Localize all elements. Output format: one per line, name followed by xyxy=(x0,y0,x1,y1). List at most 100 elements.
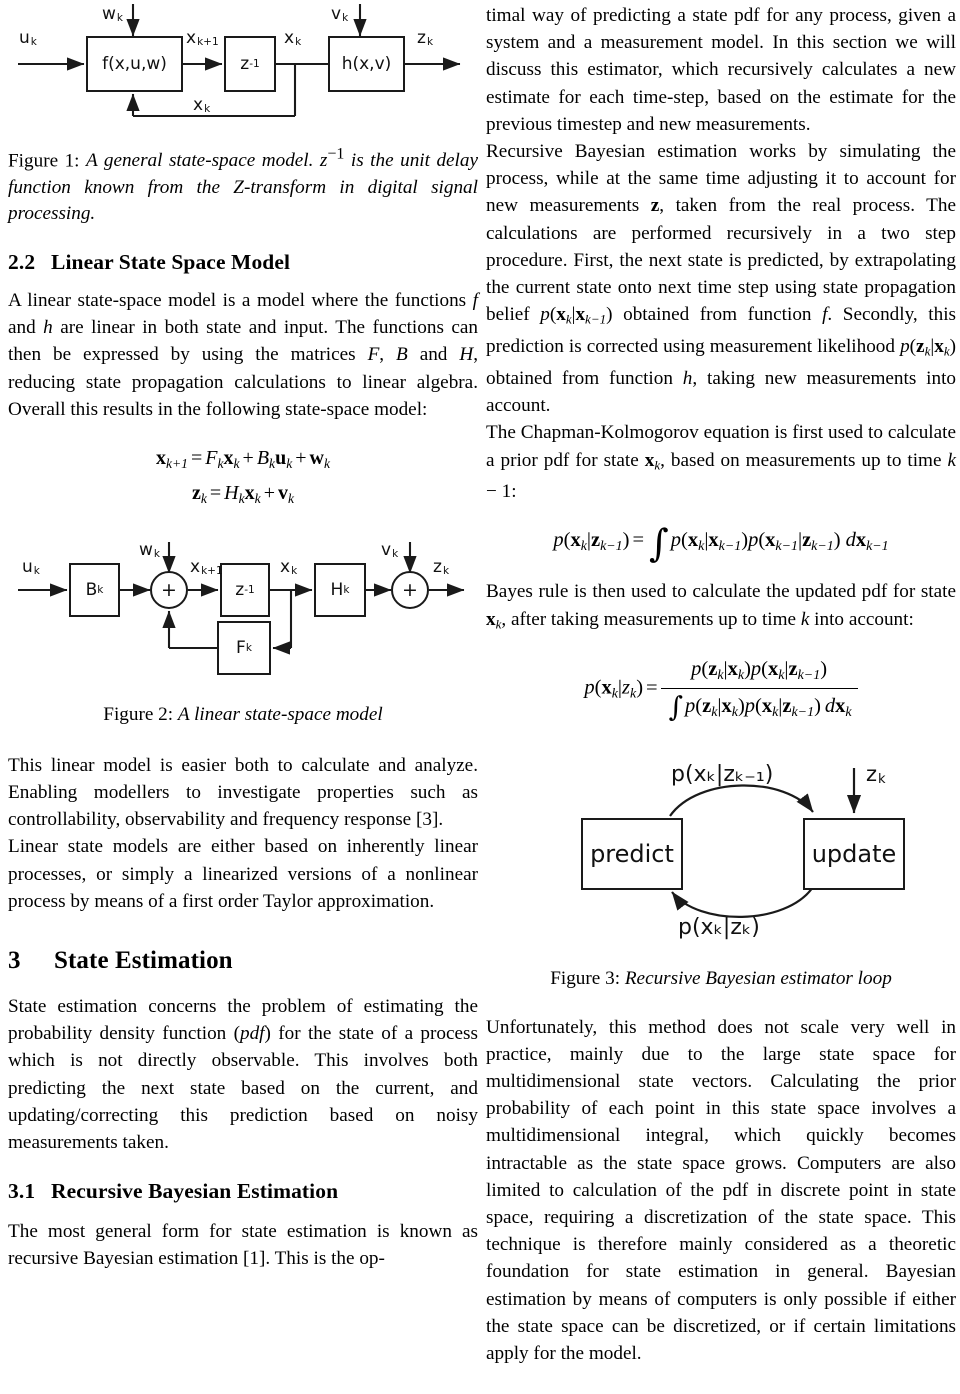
figure1-label-x-feedback: xk xyxy=(193,95,210,115)
figure1-label-z-out-text: z xyxy=(417,28,426,48)
left-column: f(x,u,w) z -1 h(x,v) uk wk xk+1 xk xk vk… xyxy=(8,0,478,1273)
section-3-1-number: 3.1 xyxy=(8,1179,36,1204)
paper-page: f(x,u,w) z -1 h(x,v) uk wk xk+1 xk xk vk… xyxy=(0,0,960,1394)
figure1-block-z-exponent: -1 xyxy=(249,58,260,70)
figure2-label-v: vk xyxy=(381,540,398,560)
paragraph-recursive-bayesian-works: Recursive Bayesian estimation works by s… xyxy=(486,141,956,417)
figure2-block-H: Hk xyxy=(314,563,366,618)
paragraph-recursive-bayesian-intro: The most general form for state estimati… xyxy=(8,1221,478,1270)
figure1-label-v: vk xyxy=(331,4,348,24)
figure1-block-h: h(x,v) xyxy=(328,36,405,92)
figure1-block-f: f(x,u,w) xyxy=(86,36,183,92)
paragraph-bayes-rule: Bayes rule is then used to calculate the… xyxy=(486,581,956,632)
figure3-label-prior: p(xₖ|zₖ₋₁) xyxy=(671,762,773,787)
bayes-numerator: p(zk|xk)p(xk|zk−1) xyxy=(691,658,828,684)
figure3-box-update-label: update xyxy=(811,840,897,869)
figure1-label-x-next-text: x xyxy=(186,28,197,48)
paragraph-optimal-way: timal way of predicting a state pdf for … xyxy=(486,5,956,135)
figure1-label-w-sub: k xyxy=(116,11,124,24)
figure2-label-z-out-sub: k xyxy=(442,564,450,577)
figure1-label-x-state-sub: k xyxy=(295,35,302,48)
figure1-block-f-label: f(x,u,w) xyxy=(102,54,167,74)
figure1-label-x-state-text: x xyxy=(284,28,295,48)
figure3-label-measurement: zk xyxy=(866,762,886,787)
figure2-label-w-text: w xyxy=(139,540,153,561)
section-heading-3: 3 State Estimation xyxy=(8,945,478,977)
paragraph-unfortunately-scaling: Unfortunately, this method does not scal… xyxy=(486,1016,956,1364)
figure1-label-u-sub: k xyxy=(30,35,37,48)
figure2-block-z-exponent: -1 xyxy=(244,584,255,597)
figure1-label-z-out-sub: k xyxy=(426,35,434,48)
figure2-block-H-sub: k xyxy=(343,584,350,597)
figure2-label-v-text: v xyxy=(381,540,392,561)
figure3-box-predict-label: predict xyxy=(590,840,674,869)
figure1-label-x-feedback-text: x xyxy=(193,95,204,115)
figure2-block-F-label: F xyxy=(236,638,246,659)
section-2-2-title: Linear State Space Model xyxy=(51,249,291,274)
figure-1-diagram: f(x,u,w) z -1 h(x,v) uk wk xk+1 xk xk vk… xyxy=(8,2,478,132)
figure2-block-B: Bk xyxy=(69,563,120,618)
section-heading-3-1: 3.1 Recursive Bayesian Estimation xyxy=(8,1177,478,1205)
figure2-label-w: wk xyxy=(139,540,160,560)
figure1-block-z-inverse: z -1 xyxy=(224,36,276,92)
figure1-label-w: wk xyxy=(102,4,123,24)
figure2-block-F-sub: k xyxy=(245,642,252,655)
figure2-label-x-next-text: x xyxy=(190,557,201,578)
figure-2-caption-number: Figure 2: xyxy=(103,704,178,726)
figure-2-caption: Figure 2: A linear state-space model xyxy=(8,702,478,729)
figure3-box-predict: predict xyxy=(581,818,683,891)
figure1-label-v-sub: k xyxy=(342,11,349,24)
figure-3-caption: Figure 3: Recursive Bayesian estimator l… xyxy=(486,966,956,993)
figure2-block-F: Fk xyxy=(217,621,271,676)
section-3-number: 3 xyxy=(8,947,21,974)
figure2-label-z-out: zk xyxy=(433,557,449,577)
figure1-label-w-text: w xyxy=(102,4,116,24)
figure2-label-u: uk xyxy=(22,557,40,577)
figure2-block-B-label: B xyxy=(85,580,98,601)
figure2-label-u-sub: k xyxy=(33,564,40,577)
figure1-label-x-state: xk xyxy=(284,28,301,48)
figure2-label-z-out-text: z xyxy=(433,557,442,578)
figure-2-diagram: Bk + z -1 Fk Hk + uk wk xk+1 xk vk zk xyxy=(8,535,478,690)
figure3-label-posterior-text: p(xₖ|zₖ) xyxy=(678,915,760,941)
figure1-label-v-text: v xyxy=(331,4,342,24)
figure2-label-w-sub: k xyxy=(153,547,161,560)
equation-chapman-kolmogorov: p(xk|zk−1) = ∫p(xk|xk−1)p(xk−1|zk−1) dxk−1 xyxy=(553,521,889,566)
equation-state-space-line-1: xk+1 = Fkxk + Bkuk + wk xyxy=(155,446,331,471)
figure2-label-v-sub: k xyxy=(392,547,399,560)
paragraph-chapman-kolmogorov: The Chapman-Kolmogorov equation is first… xyxy=(486,422,956,503)
figure1-block-z-label: z xyxy=(240,54,250,74)
figure2-label-x-next: xk+1 xyxy=(190,557,223,577)
figure1-label-u: uk xyxy=(19,28,37,48)
figure-3-caption-number: Figure 3: xyxy=(550,968,625,990)
figure2-label-x-state-text: x xyxy=(280,557,291,578)
figure2-block-z-inverse: z -1 xyxy=(220,563,270,618)
figure2-summer-measurement-label: + xyxy=(402,578,418,601)
figure1-label-x-next-sub: k+1 xyxy=(197,35,219,48)
paragraph-linear-state-space: A linear state-space model is a model wh… xyxy=(8,289,478,420)
figure1-label-x-feedback-sub: k xyxy=(204,102,211,115)
paragraph-state-estimation: State estimation concerns the problem of… xyxy=(8,996,478,1154)
figure3-label-prior-text: p(xₖ|zₖ₋₁) xyxy=(671,762,774,788)
figure2-block-B-sub: k xyxy=(97,584,104,597)
figure2-label-x-state: xk xyxy=(280,557,297,577)
section-3-1-title: Recursive Bayesian Estimation xyxy=(51,1179,339,1204)
figure-2-caption-text: A linear state-space model xyxy=(177,704,383,726)
figure2-summer-state-label: + xyxy=(161,578,177,601)
bayes-fraction: p(zk|xk)p(xk|zk−1) ∫p(zk|xk)p(xk|zk−1) dxk xyxy=(660,654,858,724)
paragraph-linear-state-models: Linear state models are either based on … xyxy=(8,836,478,912)
bayes-denominator: ∫p(zk|xk)p(xk|zk−1) dxk xyxy=(660,688,858,724)
section-2-2-number: 2.2 xyxy=(8,249,36,274)
figure2-block-H-label: H xyxy=(330,580,344,601)
figure2-label-x-next-sub: k+1 xyxy=(201,564,223,577)
figure-3-diagram: predict update p(xₖ|zₖ₋₁) p(xₖ|zₖ) zk xyxy=(486,750,956,962)
right-column: timal way of predicting a state pdf for … xyxy=(486,0,956,1367)
figure2-label-x-state-sub: k xyxy=(291,564,298,577)
figure3-label-measurement-sub: k xyxy=(878,771,886,787)
figure-1-caption: Figure 1: A general state-space model. z… xyxy=(8,142,478,228)
paragraph-linear-model-easier: This linear model is easier both to calc… xyxy=(8,754,478,831)
figure3-label-posterior: p(xₖ|zₖ) xyxy=(678,915,760,940)
section-3-title: State Estimation xyxy=(54,947,233,974)
figure1-label-u-text: u xyxy=(19,28,30,48)
figure3-box-update: update xyxy=(803,818,905,891)
